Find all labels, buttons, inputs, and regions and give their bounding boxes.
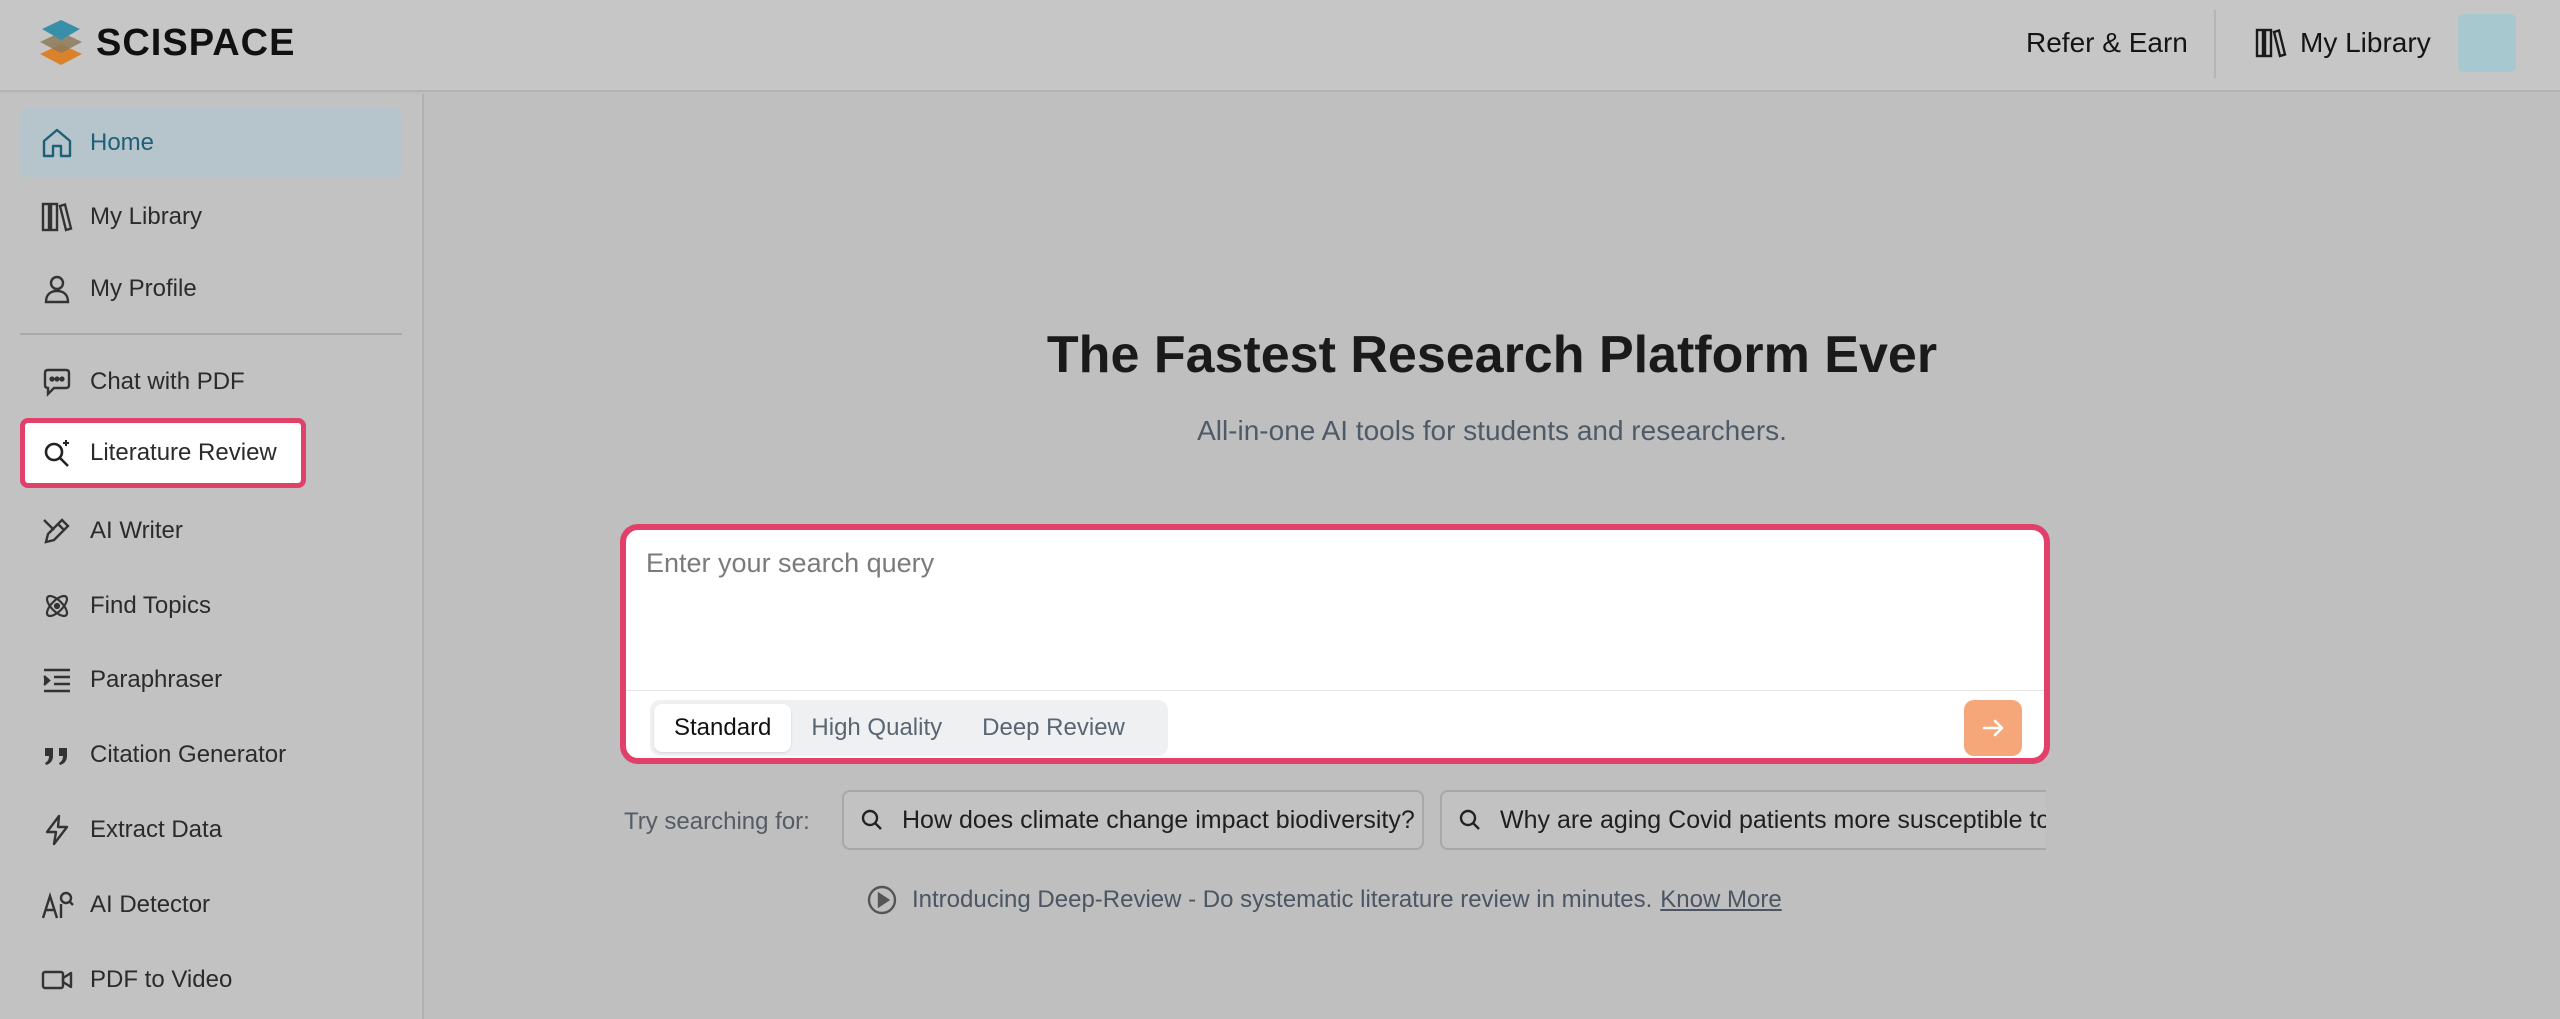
sidebar-item-citation-generator[interactable]: Citation Generator xyxy=(20,720,402,790)
announcement-text: Introducing Deep-Review - Do systematic … xyxy=(912,886,1653,913)
sidebar-item-label: AI Writer xyxy=(90,517,183,544)
library-icon xyxy=(41,202,73,232)
sidebar-item-label: My Profile xyxy=(90,275,197,302)
mode-tab-standard[interactable]: Standard xyxy=(654,704,792,752)
sidebar-divider xyxy=(20,333,402,335)
sidebar-item-label: AI Detector xyxy=(90,891,211,918)
sidebar-item-my-profile[interactable]: My Profile xyxy=(20,254,402,324)
submit-search-button[interactable] xyxy=(1964,700,2022,756)
play-circle-icon xyxy=(867,885,897,915)
atom-icon xyxy=(45,594,69,618)
video-icon xyxy=(41,970,73,990)
sidebar-item-ai-detector[interactable]: AI Detector xyxy=(20,870,402,940)
search-mode-selector: Standard High Quality Deep Review xyxy=(650,700,1168,756)
pen-icon xyxy=(43,518,70,544)
sidebar-item-my-library[interactable]: My Library xyxy=(20,182,402,252)
home-icon xyxy=(42,128,72,158)
sidebar-item-label: PDF to Video xyxy=(90,966,233,993)
sidebar-item-label: Home xyxy=(90,129,155,156)
suggestion-list: How does climate change impact biodivers… xyxy=(842,790,2046,850)
user-icon xyxy=(44,275,70,304)
header-my-library-label: My Library xyxy=(2300,27,2431,58)
mode-tab-high-quality[interactable]: High Quality xyxy=(791,704,962,752)
avatar[interactable] xyxy=(2458,14,2516,72)
sidebar-item-pdf-to-video[interactable]: PDF to Video xyxy=(20,945,402,1015)
brand-name: SCISPACE xyxy=(96,21,296,64)
sidebar-item-home[interactable]: Home xyxy=(20,108,402,178)
sidebar-item-ai-writer[interactable]: AI Writer xyxy=(20,496,402,566)
search-footer-divider xyxy=(626,690,2044,691)
search-icon xyxy=(1459,809,1480,830)
know-more-link[interactable]: Know More xyxy=(1660,886,1781,914)
sidebar-item-label: Find Topics xyxy=(90,592,211,619)
header-divider xyxy=(2214,10,2216,78)
deep-review-announcement: Introducing Deep-Review - Do systematic … xyxy=(866,880,1782,920)
suggestion-text: Why are aging Covid patients more suscep… xyxy=(1500,805,2046,834)
sidebar-item-label: Chat with PDF xyxy=(90,368,245,395)
sidebar-item-chat-with-pdf[interactable]: Chat with PDF xyxy=(20,347,402,417)
sidebar: Home My Library My Profile Chat with PDF… xyxy=(0,94,424,1019)
top-bar: SCISPACE Refer & Earn My Library xyxy=(0,0,2560,92)
page-title: The Fastest Research Platform Ever xyxy=(1046,326,1938,384)
sidebar-item-label: Citation Generator xyxy=(90,741,287,768)
search-input[interactable] xyxy=(646,548,2016,668)
sidebar-item-paraphraser[interactable]: Paraphraser xyxy=(20,645,402,715)
sidebar-item-label: Literature Review xyxy=(90,439,277,466)
header-my-library-link[interactable]: My Library xyxy=(2254,22,2431,64)
suggestion-chip[interactable]: Why are aging Covid patients more suscep… xyxy=(1440,790,2046,850)
search-sparkle-icon xyxy=(44,440,69,467)
refer-earn-link[interactable]: Refer & Earn xyxy=(2026,22,2188,64)
mode-tab-deep-review[interactable]: Deep Review xyxy=(962,704,1145,752)
try-searching-label: Try searching for: xyxy=(624,808,810,835)
ai-detector-icon xyxy=(41,891,74,919)
sidebar-item-literature-review[interactable]: Literature Review xyxy=(20,418,306,488)
bolt-icon xyxy=(45,814,69,846)
search-icon xyxy=(861,809,882,830)
quote-icon xyxy=(45,748,67,765)
library-icon xyxy=(2255,28,2287,58)
suggestion-chip[interactable]: How does climate change impact biodivers… xyxy=(842,790,1424,850)
brand-logo[interactable]: SCISPACE xyxy=(38,18,295,68)
sidebar-item-label: Extract Data xyxy=(90,816,223,843)
arrow-right-icon xyxy=(1982,719,2004,737)
page-subtitle: All-in-one AI tools for students and res… xyxy=(1197,415,1787,446)
sidebar-item-label: Paraphraser xyxy=(90,666,223,693)
chat-icon xyxy=(43,368,71,397)
search-box: Standard High Quality Deep Review xyxy=(620,524,2050,764)
sidebar-item-extract-data[interactable]: Extract Data xyxy=(20,795,402,865)
sidebar-item-find-topics[interactable]: Find Topics xyxy=(20,571,402,641)
indent-icon xyxy=(43,668,70,693)
scispace-logo-icon xyxy=(40,20,82,65)
suggestion-text: How does climate change impact biodivers… xyxy=(902,805,1415,834)
sidebar-item-label: My Library xyxy=(90,203,203,230)
